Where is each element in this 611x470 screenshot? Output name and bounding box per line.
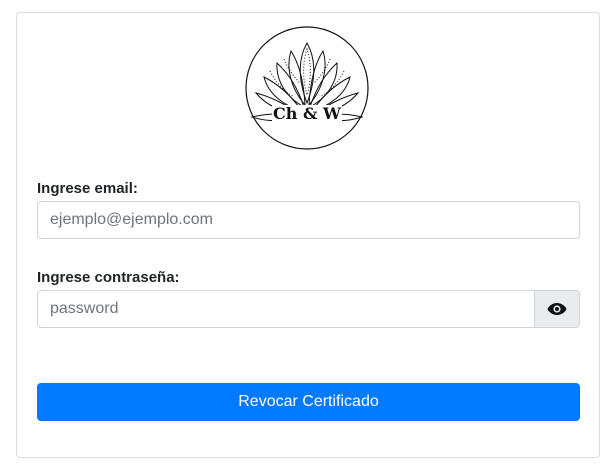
toggle-password-visibility-button[interactable] [534,290,580,328]
revoke-certificate-button[interactable]: Revocar Certificado [37,383,580,421]
password-label: Ingrese contraseña: [37,269,180,286]
email-input[interactable] [37,201,580,239]
eye-icon [547,303,567,315]
brand-logo: Ch & W [244,25,370,151]
email-label: Ingrese email: [37,180,138,197]
password-input[interactable] [37,290,535,328]
logo-text: Ch & W [273,104,342,123]
lotus-logo-icon: Ch & W [245,26,369,150]
